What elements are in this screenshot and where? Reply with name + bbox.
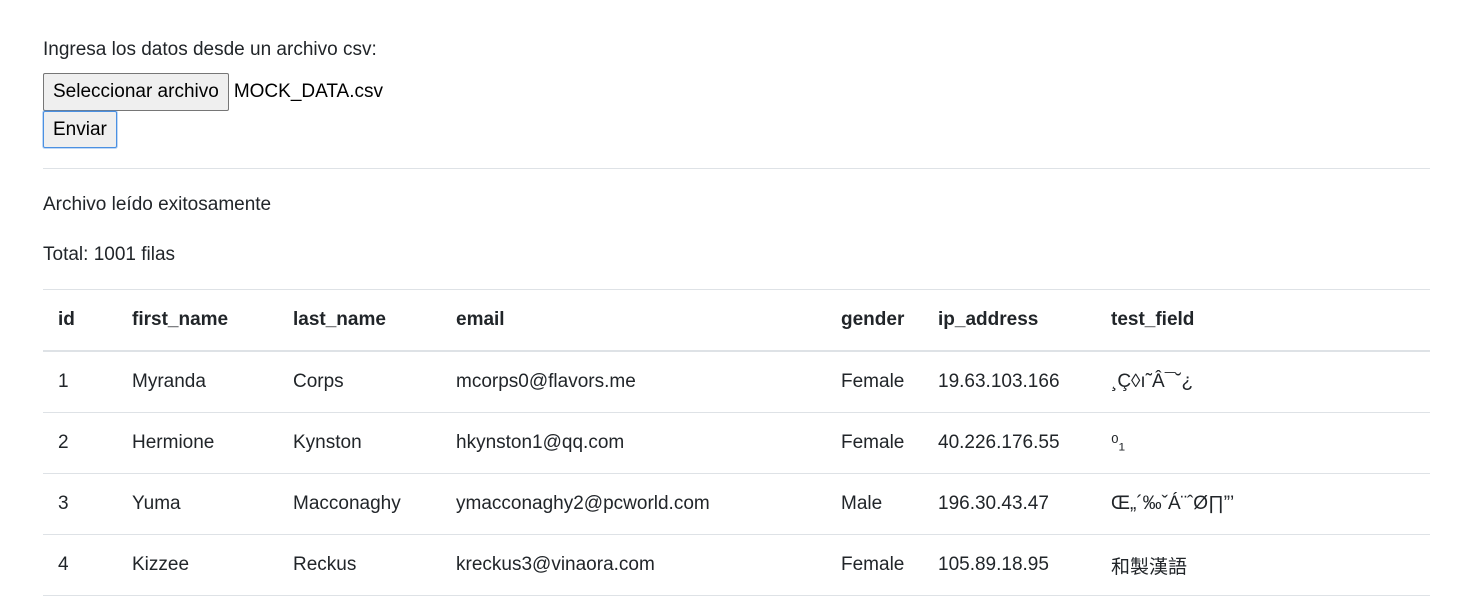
table-row: 2 Hermione Kynston hkynston1@qq.com Fema… (43, 412, 1430, 474)
cell-first-name: Myranda (117, 351, 278, 413)
choose-file-button[interactable]: Seleccionar archivo (43, 73, 229, 111)
cell-email: hkynston1@qq.com (441, 412, 826, 474)
cell-first-name: Kizzee (117, 534, 278, 596)
cell-last-name: Macconaghy (278, 473, 441, 535)
cell-last-name: Reckus (278, 534, 441, 596)
cell-gender: Male (826, 473, 923, 535)
total-rows: Total: 1001 filas (43, 244, 176, 265)
cell-test-field: Œ„´‰ˇÁ¨ˆØ∏”’ (1096, 473, 1430, 535)
cell-ip-address: 40.226.176.55 (923, 412, 1096, 474)
header-test-field: test_field (1096, 289, 1430, 352)
cell-gender: Female (826, 351, 923, 413)
header-email: email (441, 289, 826, 352)
cell-gender: Female (826, 412, 923, 474)
header-id: id (43, 289, 117, 352)
cell-test-field: ⁰₁ (1096, 412, 1430, 474)
cell-last-name: Corps (278, 351, 441, 413)
cell-last-name: Kynston (278, 412, 441, 474)
header-last-name: last_name (278, 289, 441, 352)
cell-first-name: Yuma (117, 473, 278, 535)
file-input-row: Seleccionar archivo MOCK_DATA.csv (43, 73, 383, 111)
table-header-row: id first_name last_name email gender ip_… (43, 289, 1430, 352)
header-first-name: first_name (117, 289, 278, 352)
table-row: 1 Myranda Corps mcorps0@flavors.me Femal… (43, 351, 1430, 413)
cell-first-name: Hermione (117, 412, 278, 474)
cell-email: ymacconaghy2@pcworld.com (441, 473, 826, 535)
table-row: 4 Kizzee Reckus kreckus3@vinaora.com Fem… (43, 534, 1430, 596)
cell-ip-address: 105.89.18.95 (923, 534, 1096, 596)
selected-file-name: MOCK_DATA.csv (233, 81, 384, 102)
cell-gender: Female (826, 534, 923, 596)
header-ip-address: ip_address (923, 289, 1096, 352)
table-row: 3 Yuma Macconaghy ymacconaghy2@pcworld.c… (43, 473, 1430, 535)
cell-ip-address: 196.30.43.47 (923, 473, 1096, 535)
cell-test-field: ¸Ç◊ı˜Â¯˘¿ (1096, 351, 1430, 413)
cell-email: kreckus3@vinaora.com (441, 534, 826, 596)
cell-ip-address: 19.63.103.166 (923, 351, 1096, 413)
header-gender: gender (826, 289, 923, 352)
submit-button[interactable]: Enviar (43, 111, 117, 148)
cell-email: mcorps0@flavors.me (441, 351, 826, 413)
status-message: Archivo leído exitosamente (43, 194, 272, 215)
cell-id: 3 (43, 473, 117, 535)
cell-test-field: 和製漢語 (1096, 534, 1430, 596)
upload-label: Ingresa los datos desde un archivo csv: (43, 39, 377, 60)
divider (43, 168, 1430, 169)
data-table: id first_name last_name email gender ip_… (43, 289, 1430, 596)
cell-id: 2 (43, 412, 117, 474)
cell-id: 1 (43, 351, 117, 413)
cell-id: 4 (43, 534, 117, 596)
